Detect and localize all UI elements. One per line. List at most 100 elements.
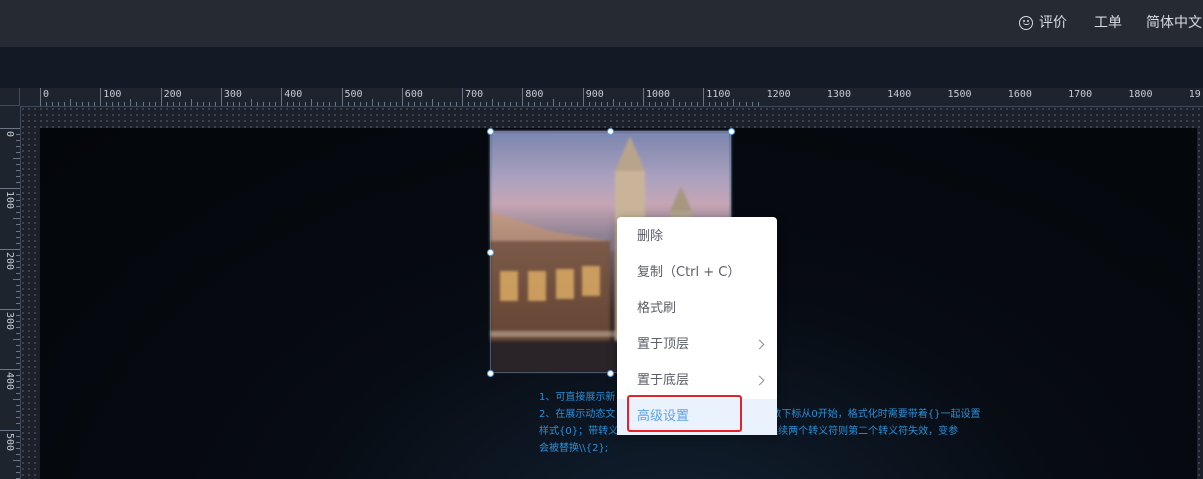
ruler-tick xyxy=(16,357,20,359)
menu-item-bring-to-front[interactable]: 置于顶层 xyxy=(617,327,777,363)
resize-handle[interactable] xyxy=(487,249,494,256)
ruler-tick xyxy=(214,102,216,106)
ruler-tick xyxy=(52,102,54,106)
ruler-tick xyxy=(540,102,542,106)
ruler-label: 300 xyxy=(4,311,15,330)
ruler-tick xyxy=(196,102,198,106)
resize-handle[interactable] xyxy=(487,128,494,135)
rate-button[interactable]: 评价 xyxy=(1019,0,1067,47)
menu-item-send-to-back[interactable]: 置于底层 xyxy=(617,363,777,399)
ruler-tick xyxy=(649,102,651,106)
menu-item-label: 删除 xyxy=(637,229,664,244)
ruler-tick xyxy=(667,102,669,106)
ruler-tick xyxy=(16,320,20,322)
ruler-tick xyxy=(269,102,271,106)
ruler-tick xyxy=(16,170,20,172)
chevron-right-icon xyxy=(754,375,765,386)
highlight-annotation xyxy=(627,395,742,432)
ruler-tick xyxy=(257,102,259,106)
ruler-tick xyxy=(16,134,20,136)
ruler-tick xyxy=(323,102,325,106)
ruler-tick xyxy=(46,102,48,106)
ruler-tick xyxy=(413,102,415,106)
ruler-tick xyxy=(395,102,397,106)
ruler-tick xyxy=(534,102,536,106)
vertical-ruler: 0 100 200 300 400 500 xyxy=(0,106,21,479)
ruler-tick xyxy=(624,102,626,106)
ruler-tick xyxy=(299,102,301,106)
ruler-tick xyxy=(16,260,20,262)
ruler-tick xyxy=(166,102,168,106)
ruler-tick xyxy=(70,99,72,106)
ruler-tick xyxy=(16,381,20,383)
ruler-label: 600 xyxy=(404,89,423,100)
ruler-tick xyxy=(76,102,78,106)
menu-item-delete[interactable]: 删除 xyxy=(617,219,777,255)
ruler-tick xyxy=(389,102,391,106)
ruler-tick xyxy=(0,188,20,190)
ruler-tick xyxy=(691,102,693,106)
ruler-tick xyxy=(16,182,20,184)
ruler-tick xyxy=(13,339,20,341)
ruler-tick xyxy=(709,102,711,106)
ruler-tick xyxy=(16,290,20,292)
ruler-tick xyxy=(425,102,427,106)
ruler-tick xyxy=(184,102,186,106)
menu-item-copy[interactable]: 复制（Ctrl + C） xyxy=(617,255,777,291)
ruler-label: 700 xyxy=(465,89,484,100)
ruler-tick xyxy=(510,102,512,106)
ruler-label: 100 xyxy=(4,191,15,210)
ruler-tick xyxy=(341,88,343,106)
ruler-tick xyxy=(0,248,20,250)
ruler-tick xyxy=(715,102,717,106)
ruler-tick xyxy=(13,158,20,160)
ruler-tick xyxy=(16,333,20,335)
ruler-tick xyxy=(16,194,20,196)
ruler-tick xyxy=(311,99,313,106)
resize-handle[interactable] xyxy=(607,370,614,377)
ruler-tick xyxy=(437,102,439,106)
ruler-tick xyxy=(16,411,20,413)
ruler-label: 200 xyxy=(163,89,182,100)
resize-handle[interactable] xyxy=(728,128,735,135)
ruler-tick xyxy=(474,102,476,106)
ruler-tick xyxy=(305,102,307,106)
language-selector[interactable]: 简体中文 xyxy=(1146,0,1202,47)
ruler-tick xyxy=(232,102,234,106)
resize-handle[interactable] xyxy=(607,128,614,135)
ruler-tick xyxy=(190,99,192,106)
ruler-tick xyxy=(16,314,20,316)
ruler-tick xyxy=(564,102,566,106)
ruler-tick xyxy=(16,242,20,244)
ruler-label: 500 xyxy=(4,432,15,451)
ruler-tick xyxy=(16,152,20,154)
ruler-tick xyxy=(16,224,20,226)
ruler-tick xyxy=(570,102,572,106)
ruler-label: 1000 xyxy=(646,89,671,100)
ruler-tick xyxy=(528,102,530,106)
ruler-tick xyxy=(58,102,60,106)
ruler-tick xyxy=(0,429,20,431)
ruler-tick xyxy=(16,206,20,208)
menu-item-format-painter[interactable]: 格式刷 xyxy=(617,291,777,327)
ticket-button[interactable]: 工单 xyxy=(1094,0,1122,47)
ruler-tick xyxy=(208,102,210,106)
ruler-tick xyxy=(757,102,759,106)
ruler-tick xyxy=(16,447,20,449)
ruler-tick xyxy=(462,88,464,106)
ruler-tick xyxy=(522,88,524,106)
ruler-tick xyxy=(13,399,20,401)
ruler-tick xyxy=(552,99,554,106)
ruler-tick xyxy=(612,99,614,106)
ruler-tick xyxy=(100,88,102,106)
ruler-tick xyxy=(251,99,253,106)
ruler-tick xyxy=(594,102,596,106)
ruler-tick xyxy=(504,102,506,106)
ruler-tick xyxy=(655,102,657,106)
ruler-tick xyxy=(606,102,608,106)
resize-handle[interactable] xyxy=(487,370,494,377)
ruler-tick xyxy=(359,102,361,106)
ruler-tick xyxy=(16,302,20,304)
ruler-tick xyxy=(546,102,548,106)
ruler-tick xyxy=(16,375,20,377)
